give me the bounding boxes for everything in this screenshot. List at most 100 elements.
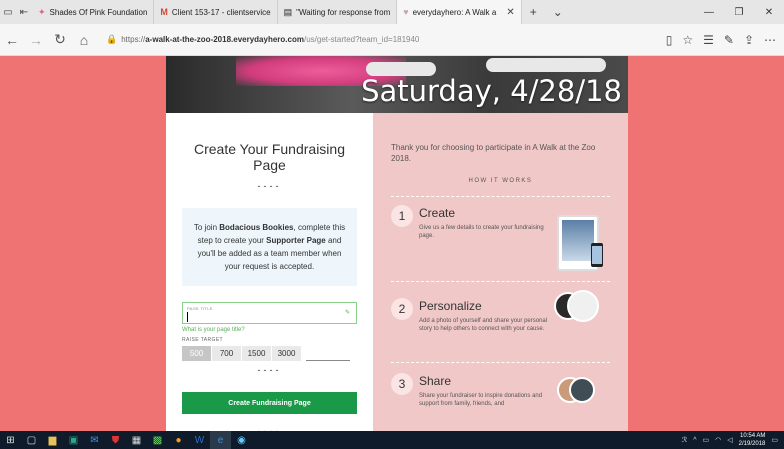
favorite-star-icon[interactable]: ☆ <box>682 33 693 47</box>
team-name: Bodacious Bookies <box>219 223 294 232</box>
system-tray: ℛ ^ ▭ ◠ ◁ 10:54 AM 2/19/2018 ▭ <box>682 432 784 448</box>
address-bar: ← → ↻ ⌂ 🔒 https://a-walk-at-the-zoo-2018… <box>0 24 784 56</box>
url-field[interactable]: 🔒 https://a-walk-at-the-zoo-2018.everyda… <box>106 29 626 51</box>
tab-title: Client 153-17 - clientservice <box>171 7 271 17</box>
more-icon[interactable]: ⋯ <box>764 33 776 47</box>
event-date: Saturday, 4/28/18 <box>361 74 622 108</box>
mail-icon[interactable]: ✉ <box>84 431 105 449</box>
tab-title: "Waiting for response from <box>296 7 391 17</box>
network-icon[interactable]: ▭ <box>703 436 710 444</box>
calculator-icon[interactable]: ▦ <box>126 431 147 449</box>
step-share: 3 Share Share your fundraiser to inspire… <box>391 365 610 431</box>
step-name: Create <box>419 206 456 220</box>
text-caret <box>187 312 188 322</box>
file-explorer-icon[interactable]: ▆ <box>42 431 63 449</box>
step-number: 3 <box>391 373 413 395</box>
page-title-hint: What is your page title? <box>182 327 245 333</box>
chevron-up-icon[interactable]: ^ <box>693 437 696 444</box>
step-number: 2 <box>391 298 413 320</box>
minimize-icon[interactable]: — <box>694 7 724 18</box>
how-it-works-panel: Thank you for choosing to participate in… <box>373 113 628 431</box>
url-path: /us/get-started?team_id=181940 <box>303 35 420 44</box>
page-title-label: PAGE TITLE <box>187 306 213 311</box>
hero-banner: Saturday, 4/28/18 <box>166 56 628 113</box>
amount-option-700[interactable]: 700 <box>212 346 241 361</box>
divider-dashes: ---- <box>257 181 282 191</box>
task-view-icon[interactable]: ▢ <box>21 431 42 449</box>
amount-option-500[interactable]: 500 <box>182 346 211 361</box>
restore-icon[interactable]: ❐ <box>724 7 754 18</box>
back-icon[interactable]: ← <box>0 32 24 48</box>
web-page: Saturday, 4/28/18 Create Your Fundraisin… <box>0 56 784 431</box>
gmail-icon: M <box>160 7 168 17</box>
clock[interactable]: 10:54 AM 2/19/2018 <box>739 432 766 448</box>
how-it-works-heading: HOW IT WORKS <box>468 178 533 184</box>
url-prefix: https:// <box>121 35 146 44</box>
hero-image-shoe <box>486 58 606 72</box>
tab-preview-icon[interactable]: ▭ <box>0 7 16 18</box>
browser-toolbar: ▯ ☆ ☰ ✎ ⇪ ⋯ <box>666 33 784 47</box>
step-create: 1 Create Give us a few details to create… <box>391 197 610 281</box>
lock-icon: 🔒 <box>106 34 118 44</box>
tab-title: everydayhero: A Walk a <box>412 7 497 17</box>
page-title-input[interactable]: PAGE TITLE ✎ <box>182 302 357 324</box>
word-icon[interactable]: W <box>189 431 210 449</box>
close-window-icon[interactable]: ✕ <box>754 7 784 18</box>
people-icon[interactable]: ℛ <box>682 436 688 444</box>
heart-icon: ♥ <box>403 7 409 17</box>
create-fundraising-page-button[interactable]: Create Fundraising Page <box>182 392 357 414</box>
custom-amount-input[interactable] <box>306 346 350 361</box>
step-personalize: 2 Personalize Add a photo of yourself an… <box>391 290 610 374</box>
action-center-icon[interactable]: ▭ <box>771 436 778 444</box>
team-join-info: To join Bodacious Bookies, complete this… <box>182 208 357 286</box>
thank-you-text: Thank you for choosing to participate in… <box>391 143 596 163</box>
forward-icon[interactable]: → <box>24 32 48 48</box>
tab-title: Shades Of Pink Foundation <box>49 7 148 17</box>
supporter-page-text: Supporter Page <box>266 236 326 245</box>
volume-icon[interactable]: ◁ <box>727 436 732 444</box>
step-description: Give us a few details to create your fun… <box>419 225 544 239</box>
photos-icon[interactable]: ▩ <box>147 431 168 449</box>
favorites-hub-icon[interactable]: ☰ <box>703 33 714 47</box>
window-icon: ▤ <box>283 6 293 17</box>
firefox-icon[interactable]: ● <box>168 431 189 449</box>
windows-start-icon[interactable]: ⊞ <box>0 431 21 449</box>
step-description: Add a photo of yourself and share your p… <box>419 318 548 332</box>
divider-dashes: ---- <box>257 365 282 375</box>
step-description: Share your fundraiser to inspire donatio… <box>419 393 543 407</box>
step-number: 1 <box>391 205 413 227</box>
fundraising-form-panel: Create Your Fundraising Page ---- To joi… <box>166 113 373 431</box>
phone-image <box>591 243 603 267</box>
pink-ribbon-icon: ✦ <box>38 6 46 17</box>
tab-everydayhero[interactable]: ♥ everydayhero: A Walk a ✕ <box>397 0 522 24</box>
dashed-separator <box>391 281 610 282</box>
refresh-icon[interactable]: ↻ <box>48 31 72 48</box>
notes-pen-icon[interactable]: ✎ <box>724 33 734 47</box>
new-tab-icon[interactable]: + <box>522 5 545 19</box>
wifi-icon[interactable]: ◠ <box>715 436 721 444</box>
tab-shades-of-pink[interactable]: ✦ Shades Of Pink Foundation <box>32 0 155 24</box>
pencil-icon: ✎ <box>344 310 350 316</box>
reading-view-icon[interactable]: ▯ <box>666 33 673 47</box>
raise-target-label: RAISE TARGET <box>182 337 224 343</box>
share-icon[interactable]: ⇪ <box>744 33 754 47</box>
tab-waiting-response[interactable]: ▤ "Waiting for response from <box>278 0 398 24</box>
browser-tab-bar: ▭ ⇤ ✦ Shades Of Pink Foundation M Client… <box>0 0 784 24</box>
set-aside-tabs-icon[interactable]: ⇤ <box>16 7 32 18</box>
edge-icon[interactable]: e <box>210 431 231 449</box>
avatar-image <box>569 377 595 403</box>
amount-option-1500[interactable]: 1500 <box>242 346 271 361</box>
close-tab-icon[interactable]: ✕ <box>506 7 514 18</box>
chevron-down-icon[interactable]: ⌄ <box>545 5 571 19</box>
join-text: To join <box>193 223 220 232</box>
form-title: Create Your Fundraising Page <box>194 141 345 173</box>
home-icon[interactable]: ⌂ <box>72 32 96 48</box>
cortana-icon[interactable]: ◉ <box>231 431 252 449</box>
avatar-image <box>567 290 599 322</box>
tab-gmail-client[interactable]: M Client 153-17 - clientservice <box>154 0 278 24</box>
amount-option-3000[interactable]: 3000 <box>272 346 301 361</box>
security-icon[interactable]: ⛊ <box>105 431 126 449</box>
url-domain: a-walk-at-the-zoo-2018.everydayhero.com <box>145 35 304 44</box>
publisher-icon[interactable]: ▣ <box>63 431 84 449</box>
step-name: Personalize <box>419 299 482 313</box>
